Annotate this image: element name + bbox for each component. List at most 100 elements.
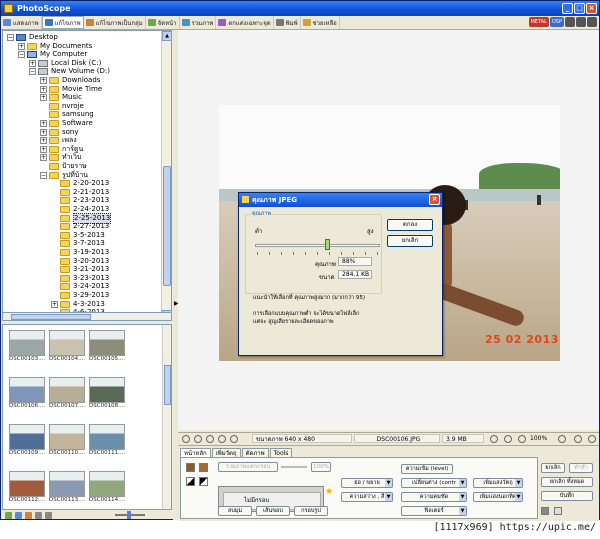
dropdown-icon[interactable]: ▼ [459, 507, 466, 515]
undo-button[interactable]: ยกเลิก [541, 463, 565, 473]
folder-tree[interactable]: ▲ ▼ −Desktop+My Documents−My Computer+Lo… [2, 30, 172, 321]
toolbar-badge-1[interactable]: OSP [549, 17, 564, 27]
zoom-in-icon[interactable] [558, 434, 566, 443]
scroll-up-icon[interactable]: ▲ [162, 31, 171, 41]
maximize-icon[interactable]: □ [574, 3, 585, 14]
frame-percent[interactable]: 100% [311, 462, 331, 472]
skin-icon[interactable] [565, 17, 575, 27]
tree-hscroll[interactable] [2, 312, 172, 321]
resize-button[interactable]: ย่อ / ขยาย ▼ [341, 478, 393, 488]
tree-scroll-thumb[interactable] [163, 166, 171, 286]
contrast-icon[interactable] [186, 477, 195, 486]
thumbnail[interactable]: DSC00106.... [9, 377, 49, 409]
tree-hscroll-thumb[interactable] [11, 314, 91, 320]
forward-icon[interactable] [45, 511, 52, 519]
thumbnail[interactable]: DSC00105.... [89, 330, 129, 362]
dropdown-icon[interactable]: ▼ [385, 493, 392, 501]
toolbar-tab-6[interactable]: พิมพ์ [274, 16, 301, 29]
toolbar-tab-5[interactable]: ตกแต่งเฉพาะจุด [216, 16, 274, 29]
star-icon[interactable] [5, 511, 12, 519]
undo-all-button[interactable]: ยกเลิก ทั้งหมด [541, 477, 593, 487]
toolbar-tab-4[interactable]: รวมภาพ [180, 16, 217, 29]
edit-tab-0[interactable]: หน้าหลัก [180, 448, 211, 457]
flip-icon[interactable] [206, 434, 214, 443]
level-button[interactable]: ความเข้ม (level) [401, 464, 453, 474]
expand-icon[interactable]: + [51, 300, 58, 308]
expand-icon[interactable]: + [29, 59, 36, 67]
camera-icon[interactable] [230, 434, 238, 443]
border-button[interactable]: เส้นขอบ [256, 506, 290, 516]
thumbnail[interactable]: DSC00112.... [9, 471, 49, 503]
brush-icon[interactable] [186, 463, 195, 472]
ok-button[interactable]: ตกลง [387, 219, 433, 231]
toolbar-tab-7[interactable]: ช่วยเหลือ [301, 16, 340, 29]
expand-icon[interactable]: + [40, 85, 47, 93]
toolbar-tab-3[interactable]: จัดหน้า [146, 16, 180, 29]
dialog-close-icon[interactable]: × [429, 194, 440, 205]
back-icon[interactable] [35, 511, 42, 519]
thumbnail[interactable]: DSC00109.... [9, 424, 49, 456]
expand-icon[interactable]: + [40, 137, 47, 145]
frame-slider[interactable] [281, 466, 307, 468]
fit-icon[interactable] [504, 434, 512, 443]
redo-button[interactable]: ทำซ้ำ [569, 463, 593, 473]
close-icon[interactable]: × [586, 3, 597, 14]
thumb-size-slider[interactable] [115, 511, 145, 519]
toolbar-badge-0[interactable]: METAL [528, 17, 549, 27]
contrast-button[interactable]: เปลี่ยนต่าง (contr ▼ [401, 478, 467, 488]
expand-icon[interactable]: + [40, 128, 47, 136]
dropdown-icon[interactable]: ▼ [515, 493, 522, 501]
thumbs-scroll-thumb[interactable] [164, 365, 171, 405]
toolbar-tab-2[interactable]: แก้ไขภาพเป็นกลุ่ม [84, 16, 146, 29]
thumbs-vscroll[interactable] [162, 325, 171, 509]
toolbar-tab-1[interactable]: แก้ไขภาพ [41, 16, 84, 29]
expand-icon[interactable]: + [40, 154, 47, 162]
expand-icon[interactable]: + [40, 77, 47, 84]
brightness-button[interactable]: ความสว่าง , สี ▼ [341, 492, 393, 502]
thumbnail[interactable]: DSC00108.... [89, 377, 129, 409]
frame-merge-button[interactable]: รวมภาพแตกกรอบ [218, 462, 278, 472]
edit-tab-1[interactable]: เพิ่มวัตถุ [211, 448, 241, 457]
dropdown-icon[interactable]: ▼ [385, 479, 392, 487]
outer-light-button[interactable]: เพิ่มแสงนอกทิศ ▼ [473, 492, 523, 502]
thumbnail-grid[interactable]: DSC00103.... DSC00104.... DSC00105.... DSC0… [2, 324, 172, 510]
rotate-left-icon[interactable] [182, 434, 190, 443]
collapse-icon[interactable]: − [29, 68, 36, 76]
expand-icon[interactable]: + [40, 120, 47, 127]
edit-tab-2[interactable]: ตัดภาพ [241, 448, 269, 457]
folder-icon[interactable] [25, 511, 32, 519]
thumbnail[interactable]: DSC00107.... [49, 377, 89, 409]
dropdown-icon[interactable]: ▼ [515, 479, 522, 487]
rotate-right-icon[interactable] [194, 434, 202, 443]
photo-frame-button[interactable]: กรอบรูป [294, 506, 328, 516]
save-button[interactable]: บันทึก [541, 491, 593, 501]
zoom-minus-icon[interactable] [574, 434, 582, 443]
cancel-button[interactable]: ยกเลิก [387, 235, 433, 247]
filter-button[interactable]: ฟิลเตอร์ ▼ [401, 506, 467, 516]
object-light-button[interactable]: เพิ่มแสงวัตถุ ▼ [473, 478, 523, 488]
quality-slider-knob[interactable] [325, 239, 330, 250]
info-icon[interactable] [576, 17, 586, 27]
zoom-out-icon[interactable] [490, 434, 498, 443]
print-icon[interactable] [541, 507, 549, 515]
toolbar-tab-0[interactable]: แสดงภาพ [1, 16, 42, 29]
dropdown-icon[interactable]: ▼ [459, 493, 466, 501]
edit-tab-3[interactable]: Tools [269, 448, 293, 457]
expand-icon[interactable]: + [40, 145, 47, 153]
exit-icon[interactable] [587, 17, 597, 27]
actual-size-icon[interactable] [518, 434, 526, 443]
thumbnail[interactable]: DSC00114.... [89, 471, 129, 503]
round-corner-button[interactable]: ลบมุม [218, 506, 252, 516]
thumbnail[interactable]: DSC00111.... [89, 424, 129, 456]
thumbnail[interactable]: DSC00104.... [49, 330, 89, 362]
star-icon[interactable]: ★ [325, 487, 333, 497]
stamp-icon[interactable] [199, 463, 208, 472]
invert-icon[interactable] [199, 477, 208, 486]
tree-vscroll[interactable]: ▲ ▼ [161, 31, 171, 320]
expand-icon[interactable]: + [18, 42, 25, 50]
fullscreen-icon[interactable] [588, 434, 596, 443]
rotate-icon[interactable] [15, 511, 22, 519]
undo-icon[interactable] [218, 434, 226, 443]
collapse-icon[interactable]: − [40, 171, 47, 179]
thumbnail[interactable]: DSC00110.... [49, 424, 89, 456]
